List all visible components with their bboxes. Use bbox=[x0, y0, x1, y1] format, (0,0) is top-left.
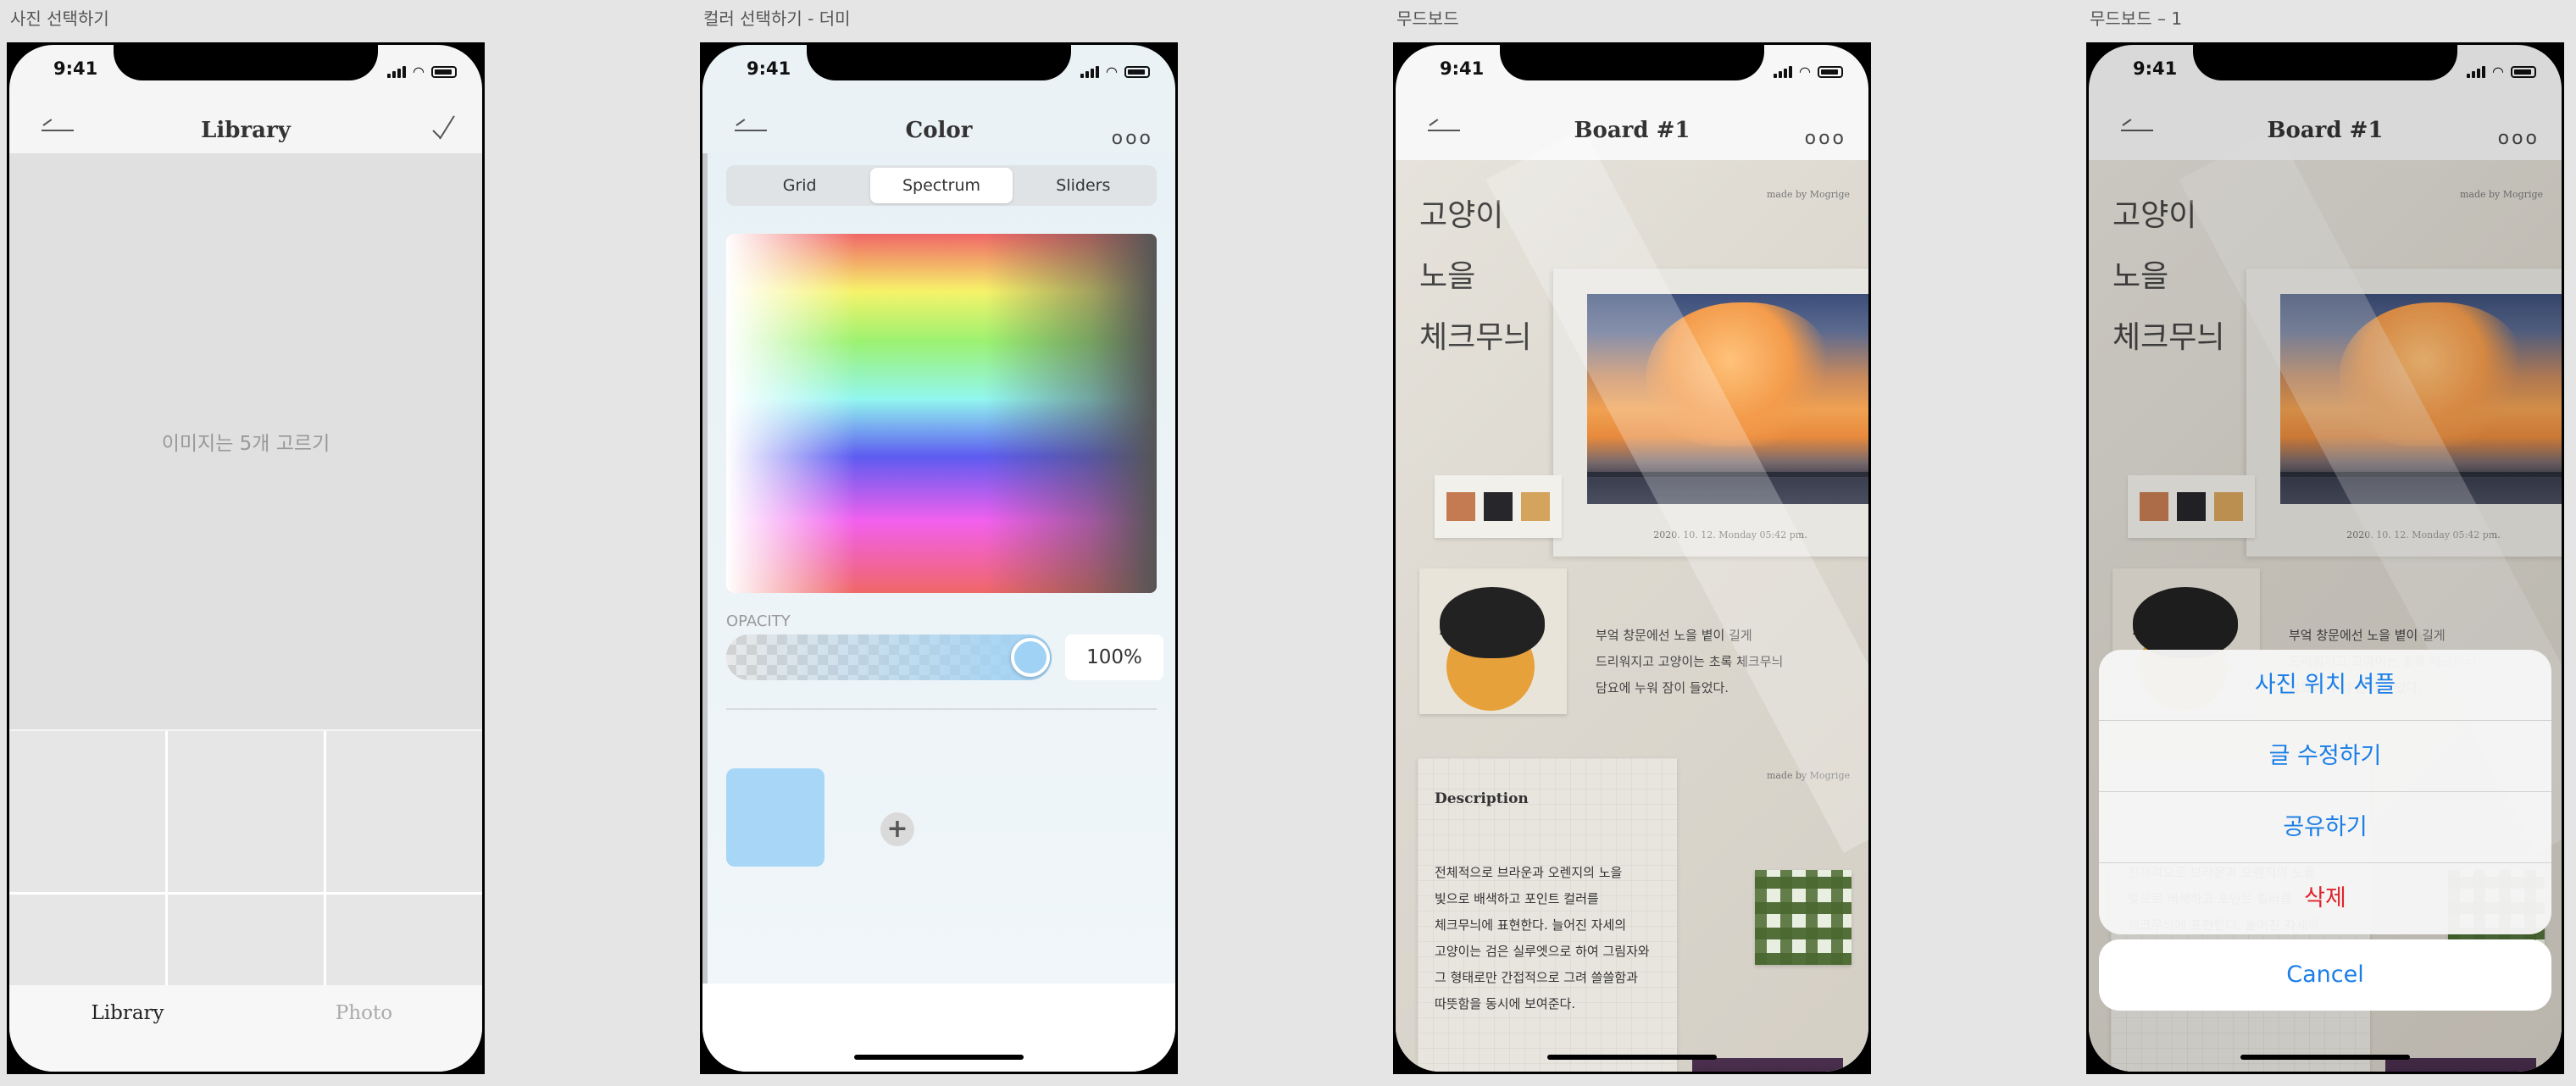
segment-spectrum[interactable]: Spectrum bbox=[870, 168, 1013, 203]
screen-moodboard-actions: 9:41 ◠ Board #1 ooo 고양이 노을 체크무늬 made by … bbox=[2089, 45, 2562, 1072]
keyword-list: 고양이 노을 체크무늬 bbox=[1419, 186, 1531, 368]
screen-moodboard: 9:41 ◠ Board #1 ooo 고양이 노을 체크무늬 made by … bbox=[1396, 45, 1868, 1072]
page-title: Color bbox=[905, 118, 973, 143]
saved-color-swatch[interactable] bbox=[726, 768, 824, 867]
cellular-signal-icon bbox=[1080, 65, 1100, 78]
photo-thumbnail[interactable] bbox=[9, 895, 165, 996]
opacity-value-field[interactable]: 100% bbox=[1065, 634, 1163, 680]
keyword: 노을 bbox=[1419, 259, 1476, 294]
action-sheet: 사진 위치 셔플 글 수정하기 공유하기 삭제 bbox=[2099, 650, 2551, 934]
navigation-bar: Library bbox=[9, 99, 482, 172]
moodboard-canvas: 고양이 노을 체크무늬 made by Mogrige 2020. 10. 12… bbox=[1396, 160, 1868, 1072]
wifi-icon: ◠ bbox=[413, 64, 425, 80]
opacity-slider-thumb[interactable] bbox=[1011, 638, 1050, 677]
navigation-bar: Color ooo bbox=[702, 99, 1175, 172]
page-title: Board #1 bbox=[1574, 118, 1690, 143]
battery-icon bbox=[431, 65, 457, 78]
photo-date: 2020. 10. 12. Monday 05:42 pm. bbox=[1653, 529, 1807, 540]
frame-title-photo-select: 사진 선택하기 bbox=[10, 8, 109, 29]
action-shuffle-photos[interactable]: 사진 위치 셔플 bbox=[2099, 650, 2551, 721]
photo-thumbnail[interactable] bbox=[168, 731, 324, 892]
made-by-label: made by Mogrige bbox=[1766, 770, 1850, 781]
phone-color: 9:41 ◠ Color ooo Grid Spectrum Sliders O… bbox=[700, 42, 1178, 1074]
screen-color: 9:41 ◠ Color ooo Grid Spectrum Sliders O… bbox=[702, 45, 1175, 1072]
description-line: 빛으로 배색하고 포인트 컬러를 bbox=[1435, 891, 1599, 906]
status-time: 9:41 bbox=[53, 58, 98, 79]
cellular-signal-icon bbox=[1774, 65, 1793, 78]
more-options-icon[interactable]: ooo bbox=[1805, 128, 1846, 149]
photo-thumbnail[interactable] bbox=[9, 731, 165, 892]
action-share[interactable]: 공유하기 bbox=[2099, 792, 2551, 863]
notch bbox=[114, 45, 378, 80]
description-title: Description bbox=[1435, 790, 1529, 807]
photo-thumbnail[interactable] bbox=[326, 731, 482, 892]
navigation-bar: Board #1 ooo bbox=[1396, 99, 1868, 172]
home-indicator bbox=[854, 1055, 1024, 1060]
phone-moodboard-actions: 9:41 ◠ Board #1 ooo 고양이 노을 체크무늬 made by … bbox=[2086, 42, 2564, 1074]
frame-title-moodboard-1: 무드보드 – 1 bbox=[2090, 8, 2183, 29]
home-indicator bbox=[1547, 1055, 1717, 1060]
frame-title-moodboard: 무드보드 bbox=[1396, 8, 1459, 29]
photo-grid bbox=[9, 731, 482, 996]
tab-library[interactable]: Library bbox=[9, 985, 246, 1072]
segment-grid[interactable]: Grid bbox=[729, 168, 870, 203]
image-count-hint: 이미지는 5개 고르기 bbox=[161, 433, 330, 455]
more-options-icon[interactable]: ooo bbox=[1112, 128, 1153, 149]
action-delete[interactable]: 삭제 bbox=[2099, 863, 2551, 934]
screen-library: 9:41 ◠ Library 이미지는 5개 고르기 Library Photo bbox=[9, 45, 482, 1072]
add-color-button[interactable]: + bbox=[880, 812, 914, 846]
action-edit-text[interactable]: 글 수정하기 bbox=[2099, 721, 2551, 792]
battery-icon bbox=[1124, 65, 1150, 78]
tab-photo[interactable]: Photo bbox=[246, 985, 482, 1072]
description-line: 체크무늬에 표현한다. 늘어진 자세의 bbox=[1435, 917, 1627, 933]
color-picker-panel: Grid Spectrum Sliders OPACITY 100% + bbox=[702, 153, 1175, 988]
wifi-icon: ◠ bbox=[1106, 64, 1118, 80]
sunset-photo[interactable] bbox=[1587, 294, 1868, 504]
segment-sliders[interactable]: Sliders bbox=[1013, 168, 1154, 203]
poem-line: 담요에 누워 잠이 들었다. bbox=[1596, 680, 1729, 695]
palette-swatch bbox=[1484, 492, 1513, 521]
cancel-button[interactable]: Cancel bbox=[2099, 939, 2551, 1011]
palette-swatch bbox=[1521, 492, 1550, 521]
home-indicator bbox=[2240, 1055, 2410, 1060]
photo-thumbnail[interactable] bbox=[168, 895, 324, 996]
keyword: 체크무늬 bbox=[1419, 320, 1532, 355]
photo-thumbnail[interactable] bbox=[326, 895, 482, 996]
cat-ear bbox=[1440, 618, 1457, 634]
poem-text: 부엌 창문에선 노을 볕이 길게 드리워지고 고양이는 초록 체크무늬 담요에 … bbox=[1596, 623, 1783, 701]
description-line: 전체적으로 브라운과 오렌지의 노을 bbox=[1435, 865, 1623, 880]
divider bbox=[726, 708, 1157, 710]
status-time: 9:41 bbox=[1440, 58, 1485, 79]
made-by-label: made by Mogrige bbox=[1766, 189, 1850, 200]
checkmark-icon[interactable] bbox=[431, 116, 452, 145]
color-spectrum[interactable] bbox=[726, 234, 1157, 593]
keyword: 고양이 bbox=[1419, 198, 1504, 233]
purple-photo[interactable] bbox=[1692, 1058, 1843, 1072]
poem-line: 부엌 창문에선 노을 볕이 길게 bbox=[1596, 628, 1752, 643]
color-palette-card[interactable] bbox=[1435, 475, 1562, 538]
poem-line: 드리워지고 고양이는 초록 체크무늬 bbox=[1596, 654, 1784, 669]
opacity-label: OPACITY bbox=[726, 612, 791, 630]
description-line: 따뜻함을 동시에 보여준다. bbox=[1435, 996, 1576, 1011]
notch bbox=[807, 45, 1071, 80]
description-text: 전체적으로 브라운과 오렌지의 노을 빛으로 배색하고 포인트 컬러를 체크무늬… bbox=[1435, 860, 1680, 1017]
opacity-slider-track[interactable] bbox=[726, 634, 1052, 680]
frame-title-color-select: 컬러 선택하기 - 더미 bbox=[703, 8, 851, 29]
phone-moodboard: 9:41 ◠ Board #1 ooo 고양이 노을 체크무늬 made by … bbox=[1393, 42, 1871, 1074]
palette-swatch bbox=[1446, 492, 1475, 521]
battery-icon bbox=[1818, 65, 1843, 78]
bottom-tab-bar: Library Photo bbox=[9, 985, 482, 1072]
phone-library: 9:41 ◠ Library 이미지는 5개 고르기 Library Photo bbox=[7, 42, 485, 1074]
description-line: 고양이는 검은 실루엣으로 하여 그림자와 bbox=[1435, 944, 1650, 959]
selected-image-preview: 이미지는 5개 고르기 bbox=[9, 153, 482, 729]
description-line: 그 형태로만 간접적으로 그려 쓸쓸함과 bbox=[1435, 970, 1638, 985]
page-title: Library bbox=[201, 118, 291, 143]
status-time: 9:41 bbox=[747, 58, 791, 79]
plaid-pattern-image[interactable] bbox=[1755, 870, 1852, 965]
cat-illustration-card[interactable] bbox=[1419, 568, 1567, 714]
notch bbox=[1500, 45, 1764, 80]
cellular-signal-icon bbox=[387, 65, 407, 78]
wifi-icon: ◠ bbox=[1799, 64, 1811, 80]
